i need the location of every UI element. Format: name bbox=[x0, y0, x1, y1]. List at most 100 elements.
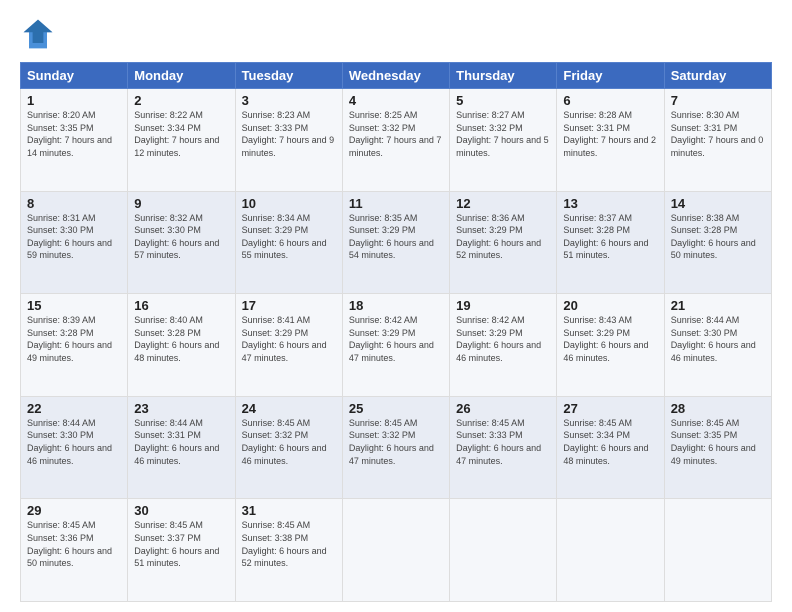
header-day-friday: Friday bbox=[557, 63, 664, 89]
header-day-tuesday: Tuesday bbox=[235, 63, 342, 89]
calendar-cell: 22 Sunrise: 8:44 AMSunset: 3:30 PMDaylig… bbox=[21, 396, 128, 499]
day-info: Sunrise: 8:38 AMSunset: 3:28 PMDaylight:… bbox=[671, 213, 756, 261]
calendar-cell bbox=[342, 499, 449, 602]
day-info: Sunrise: 8:44 AMSunset: 3:30 PMDaylight:… bbox=[671, 315, 756, 363]
day-number: 22 bbox=[27, 401, 121, 416]
calendar-cell bbox=[557, 499, 664, 602]
day-info: Sunrise: 8:41 AMSunset: 3:29 PMDaylight:… bbox=[242, 315, 327, 363]
calendar-cell: 29 Sunrise: 8:45 AMSunset: 3:36 PMDaylig… bbox=[21, 499, 128, 602]
day-number: 13 bbox=[563, 196, 657, 211]
calendar-cell: 28 Sunrise: 8:45 AMSunset: 3:35 PMDaylig… bbox=[664, 396, 771, 499]
day-number: 3 bbox=[242, 93, 336, 108]
calendar-cell: 21 Sunrise: 8:44 AMSunset: 3:30 PMDaylig… bbox=[664, 294, 771, 397]
calendar-cell: 25 Sunrise: 8:45 AMSunset: 3:32 PMDaylig… bbox=[342, 396, 449, 499]
day-info: Sunrise: 8:45 AMSunset: 3:38 PMDaylight:… bbox=[242, 520, 327, 568]
week-row-2: 15 Sunrise: 8:39 AMSunset: 3:28 PMDaylig… bbox=[21, 294, 772, 397]
day-info: Sunrise: 8:31 AMSunset: 3:30 PMDaylight:… bbox=[27, 213, 112, 261]
calendar-cell: 26 Sunrise: 8:45 AMSunset: 3:33 PMDaylig… bbox=[450, 396, 557, 499]
calendar-header: SundayMondayTuesdayWednesdayThursdayFrid… bbox=[21, 63, 772, 89]
day-number: 29 bbox=[27, 503, 121, 518]
calendar-cell: 13 Sunrise: 8:37 AMSunset: 3:28 PMDaylig… bbox=[557, 191, 664, 294]
day-number: 15 bbox=[27, 298, 121, 313]
day-info: Sunrise: 8:30 AMSunset: 3:31 PMDaylight:… bbox=[671, 110, 764, 158]
calendar-cell: 6 Sunrise: 8:28 AMSunset: 3:31 PMDayligh… bbox=[557, 89, 664, 192]
week-row-1: 8 Sunrise: 8:31 AMSunset: 3:30 PMDayligh… bbox=[21, 191, 772, 294]
day-info: Sunrise: 8:45 AMSunset: 3:32 PMDaylight:… bbox=[242, 418, 327, 466]
day-number: 12 bbox=[456, 196, 550, 211]
day-number: 20 bbox=[563, 298, 657, 313]
day-info: Sunrise: 8:43 AMSunset: 3:29 PMDaylight:… bbox=[563, 315, 648, 363]
week-row-0: 1 Sunrise: 8:20 AMSunset: 3:35 PMDayligh… bbox=[21, 89, 772, 192]
day-number: 11 bbox=[349, 196, 443, 211]
day-info: Sunrise: 8:22 AMSunset: 3:34 PMDaylight:… bbox=[134, 110, 219, 158]
day-number: 5 bbox=[456, 93, 550, 108]
calendar-cell: 2 Sunrise: 8:22 AMSunset: 3:34 PMDayligh… bbox=[128, 89, 235, 192]
day-number: 28 bbox=[671, 401, 765, 416]
day-number: 10 bbox=[242, 196, 336, 211]
day-info: Sunrise: 8:36 AMSunset: 3:29 PMDaylight:… bbox=[456, 213, 541, 261]
day-number: 8 bbox=[27, 196, 121, 211]
day-number: 1 bbox=[27, 93, 121, 108]
calendar-cell: 7 Sunrise: 8:30 AMSunset: 3:31 PMDayligh… bbox=[664, 89, 771, 192]
day-info: Sunrise: 8:34 AMSunset: 3:29 PMDaylight:… bbox=[242, 213, 327, 261]
day-number: 25 bbox=[349, 401, 443, 416]
day-info: Sunrise: 8:37 AMSunset: 3:28 PMDaylight:… bbox=[563, 213, 648, 261]
day-number: 4 bbox=[349, 93, 443, 108]
day-info: Sunrise: 8:32 AMSunset: 3:30 PMDaylight:… bbox=[134, 213, 219, 261]
day-info: Sunrise: 8:45 AMSunset: 3:37 PMDaylight:… bbox=[134, 520, 219, 568]
calendar-cell: 30 Sunrise: 8:45 AMSunset: 3:37 PMDaylig… bbox=[128, 499, 235, 602]
day-info: Sunrise: 8:27 AMSunset: 3:32 PMDaylight:… bbox=[456, 110, 549, 158]
day-number: 2 bbox=[134, 93, 228, 108]
day-info: Sunrise: 8:45 AMSunset: 3:36 PMDaylight:… bbox=[27, 520, 112, 568]
day-info: Sunrise: 8:28 AMSunset: 3:31 PMDaylight:… bbox=[563, 110, 656, 158]
day-number: 16 bbox=[134, 298, 228, 313]
header-day-thursday: Thursday bbox=[450, 63, 557, 89]
day-info: Sunrise: 8:42 AMSunset: 3:29 PMDaylight:… bbox=[349, 315, 434, 363]
logo bbox=[20, 16, 60, 52]
day-info: Sunrise: 8:39 AMSunset: 3:28 PMDaylight:… bbox=[27, 315, 112, 363]
header-day-monday: Monday bbox=[128, 63, 235, 89]
calendar-cell: 9 Sunrise: 8:32 AMSunset: 3:30 PMDayligh… bbox=[128, 191, 235, 294]
day-number: 24 bbox=[242, 401, 336, 416]
page: SundayMondayTuesdayWednesdayThursdayFrid… bbox=[0, 0, 792, 612]
day-info: Sunrise: 8:44 AMSunset: 3:31 PMDaylight:… bbox=[134, 418, 219, 466]
header-day-saturday: Saturday bbox=[664, 63, 771, 89]
day-info: Sunrise: 8:45 AMSunset: 3:33 PMDaylight:… bbox=[456, 418, 541, 466]
day-info: Sunrise: 8:45 AMSunset: 3:34 PMDaylight:… bbox=[563, 418, 648, 466]
calendar-cell: 24 Sunrise: 8:45 AMSunset: 3:32 PMDaylig… bbox=[235, 396, 342, 499]
day-number: 14 bbox=[671, 196, 765, 211]
day-number: 19 bbox=[456, 298, 550, 313]
day-number: 6 bbox=[563, 93, 657, 108]
day-info: Sunrise: 8:45 AMSunset: 3:32 PMDaylight:… bbox=[349, 418, 434, 466]
week-row-3: 22 Sunrise: 8:44 AMSunset: 3:30 PMDaylig… bbox=[21, 396, 772, 499]
day-info: Sunrise: 8:20 AMSunset: 3:35 PMDaylight:… bbox=[27, 110, 112, 158]
calendar-body: 1 Sunrise: 8:20 AMSunset: 3:35 PMDayligh… bbox=[21, 89, 772, 602]
calendar-cell: 17 Sunrise: 8:41 AMSunset: 3:29 PMDaylig… bbox=[235, 294, 342, 397]
day-number: 7 bbox=[671, 93, 765, 108]
calendar-cell: 10 Sunrise: 8:34 AMSunset: 3:29 PMDaylig… bbox=[235, 191, 342, 294]
calendar-cell: 3 Sunrise: 8:23 AMSunset: 3:33 PMDayligh… bbox=[235, 89, 342, 192]
calendar-cell: 15 Sunrise: 8:39 AMSunset: 3:28 PMDaylig… bbox=[21, 294, 128, 397]
day-info: Sunrise: 8:23 AMSunset: 3:33 PMDaylight:… bbox=[242, 110, 335, 158]
day-number: 21 bbox=[671, 298, 765, 313]
calendar-cell: 16 Sunrise: 8:40 AMSunset: 3:28 PMDaylig… bbox=[128, 294, 235, 397]
header bbox=[20, 16, 772, 52]
calendar: SundayMondayTuesdayWednesdayThursdayFrid… bbox=[20, 62, 772, 602]
day-number: 31 bbox=[242, 503, 336, 518]
day-number: 17 bbox=[242, 298, 336, 313]
calendar-cell: 14 Sunrise: 8:38 AMSunset: 3:28 PMDaylig… bbox=[664, 191, 771, 294]
day-number: 30 bbox=[134, 503, 228, 518]
calendar-cell: 11 Sunrise: 8:35 AMSunset: 3:29 PMDaylig… bbox=[342, 191, 449, 294]
calendar-cell bbox=[664, 499, 771, 602]
calendar-cell: 18 Sunrise: 8:42 AMSunset: 3:29 PMDaylig… bbox=[342, 294, 449, 397]
day-info: Sunrise: 8:40 AMSunset: 3:28 PMDaylight:… bbox=[134, 315, 219, 363]
header-day-sunday: Sunday bbox=[21, 63, 128, 89]
header-day-wednesday: Wednesday bbox=[342, 63, 449, 89]
calendar-cell: 1 Sunrise: 8:20 AMSunset: 3:35 PMDayligh… bbox=[21, 89, 128, 192]
calendar-cell: 5 Sunrise: 8:27 AMSunset: 3:32 PMDayligh… bbox=[450, 89, 557, 192]
day-number: 18 bbox=[349, 298, 443, 313]
logo-icon bbox=[20, 16, 56, 52]
calendar-cell: 31 Sunrise: 8:45 AMSunset: 3:38 PMDaylig… bbox=[235, 499, 342, 602]
day-info: Sunrise: 8:42 AMSunset: 3:29 PMDaylight:… bbox=[456, 315, 541, 363]
day-number: 9 bbox=[134, 196, 228, 211]
